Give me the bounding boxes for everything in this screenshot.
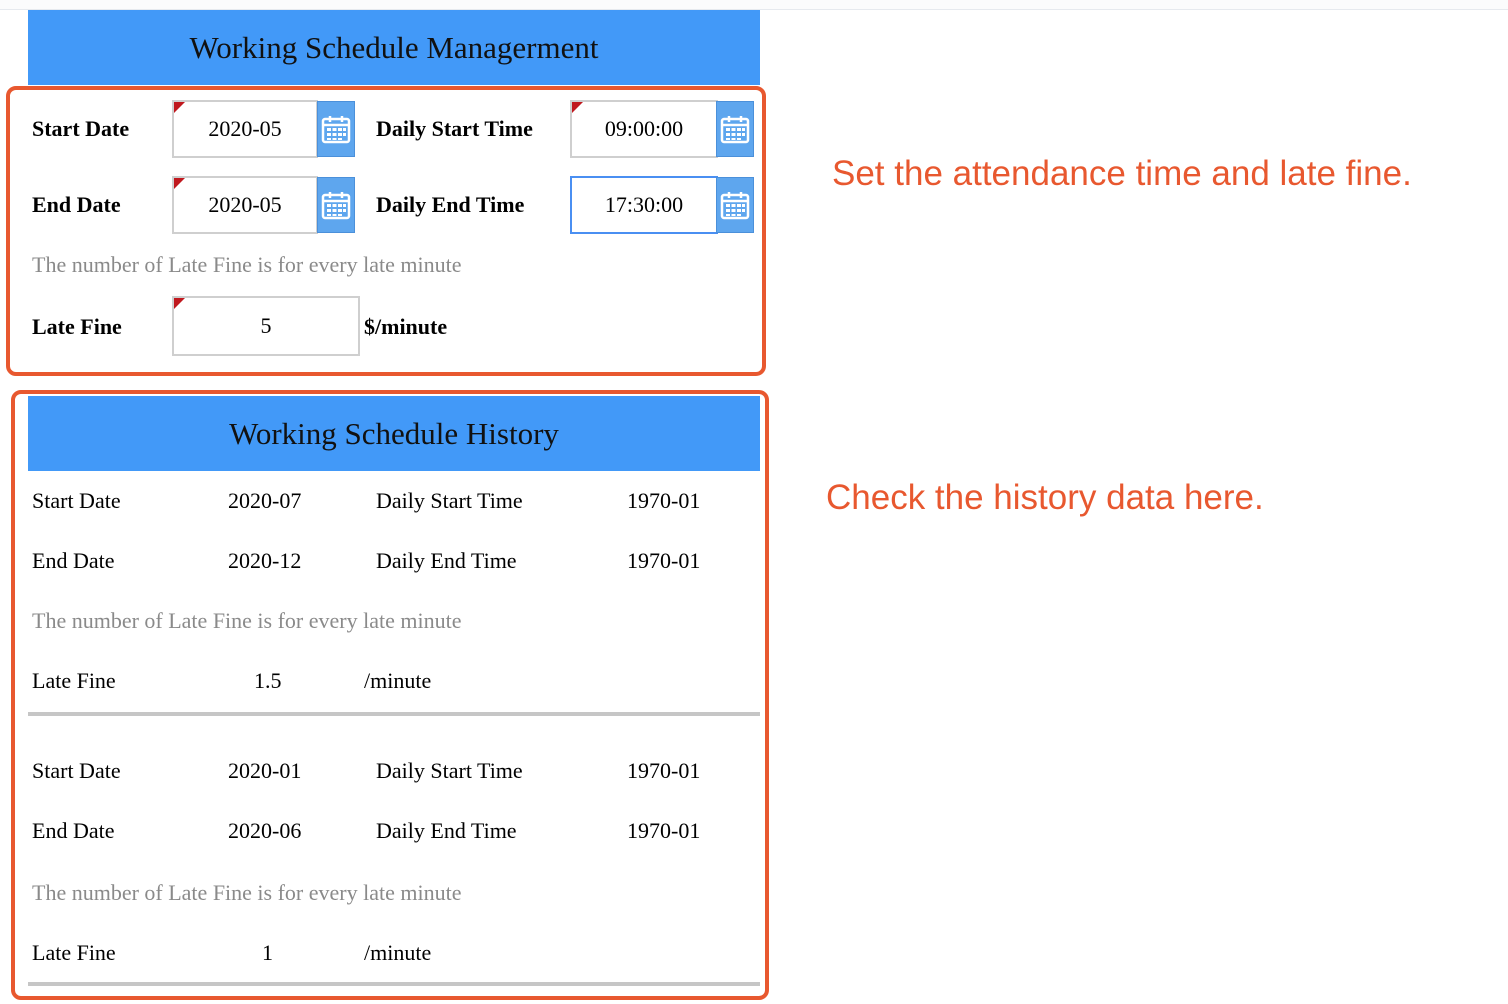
history-daily-start-value: 1970-01: [627, 758, 701, 783]
late-fine-label: Late Fine: [32, 314, 122, 339]
daily-start-time-label: Daily Start Time: [376, 116, 533, 141]
daily-start-time-input[interactable]: 09:00:00: [570, 100, 718, 158]
end-date-input[interactable]: 2020-05: [172, 176, 318, 234]
history-daily-end-label: Daily End Time: [376, 548, 517, 573]
history-end-date-label: End Date: [32, 548, 115, 573]
history-note: The number of Late Fine is for every lat…: [32, 880, 462, 905]
history-late-fine-value: 1.5: [254, 668, 282, 693]
daily-end-time-input[interactable]: 17:30:00: [570, 176, 718, 234]
management-header: Working Schedule Managerment: [28, 10, 760, 85]
end-date-label: End Date: [32, 192, 121, 217]
calendar-icon: [321, 192, 351, 220]
daily-end-time-value: 17:30:00: [604, 192, 684, 217]
history-daily-end-label: Daily End Time: [376, 818, 517, 843]
start-date-calendar-button[interactable]: [317, 101, 355, 157]
history-late-fine-unit: /minute: [364, 668, 432, 693]
late-fine-input[interactable]: 5: [172, 296, 360, 356]
history-daily-end-value: 1970-01: [627, 548, 701, 573]
daily-end-time-calendar-button[interactable]: [716, 177, 754, 233]
calendar-icon: [720, 116, 750, 144]
history-note: The number of Late Fine is for every lat…: [32, 608, 462, 633]
history-divider: [28, 982, 760, 986]
history-late-fine-label: Late Fine: [32, 668, 116, 693]
required-flag-icon: [572, 102, 583, 113]
daily-start-time-value: 09:00:00: [604, 116, 684, 141]
history-start-date-label: Start Date: [32, 758, 121, 783]
management-title: Working Schedule Managerment: [189, 29, 599, 65]
callout-set-attendance: Set the attendance time and late fine.: [832, 154, 1412, 193]
history-start-date-value: 2020-07: [228, 488, 302, 513]
late-fine-note: The number of Late Fine is for every lat…: [32, 252, 462, 277]
history-end-date-label: End Date: [32, 818, 115, 843]
start-date-input[interactable]: 2020-05: [172, 100, 318, 158]
history-daily-start-label: Daily Start Time: [376, 758, 523, 783]
late-fine-unit: $/minute: [364, 314, 448, 339]
history-end-date-value: 2020-06: [228, 818, 302, 843]
history-end-date-value: 2020-12: [228, 548, 302, 573]
history-late-fine-unit: /minute: [364, 940, 432, 965]
history-daily-start-value: 1970-01: [627, 488, 701, 513]
required-flag-icon: [174, 298, 185, 309]
calendar-icon: [321, 116, 351, 144]
history-start-date-value: 2020-01: [228, 758, 302, 783]
start-date-value: 2020-05: [208, 116, 282, 141]
history-start-date-label: Start Date: [32, 488, 121, 513]
history-daily-end-value: 1970-01: [627, 818, 701, 843]
browser-top-edge: [0, 0, 1508, 10]
history-daily-start-label: Daily Start Time: [376, 488, 523, 513]
history-late-fine-label: Late Fine: [32, 940, 116, 965]
history-late-fine-value: 1: [262, 940, 273, 965]
late-fine-value: 5: [260, 313, 272, 338]
daily-end-time-label: Daily End Time: [376, 192, 525, 217]
callout-check-history: Check the history data here.: [826, 478, 1264, 517]
required-flag-icon: [174, 178, 185, 189]
calendar-icon: [720, 192, 750, 220]
required-flag-icon: [174, 102, 185, 113]
end-date-value: 2020-05: [208, 192, 282, 217]
start-date-label: Start Date: [32, 116, 130, 141]
daily-start-time-calendar-button[interactable]: [716, 101, 754, 157]
end-date-calendar-button[interactable]: [317, 177, 355, 233]
history-divider: [28, 712, 760, 716]
